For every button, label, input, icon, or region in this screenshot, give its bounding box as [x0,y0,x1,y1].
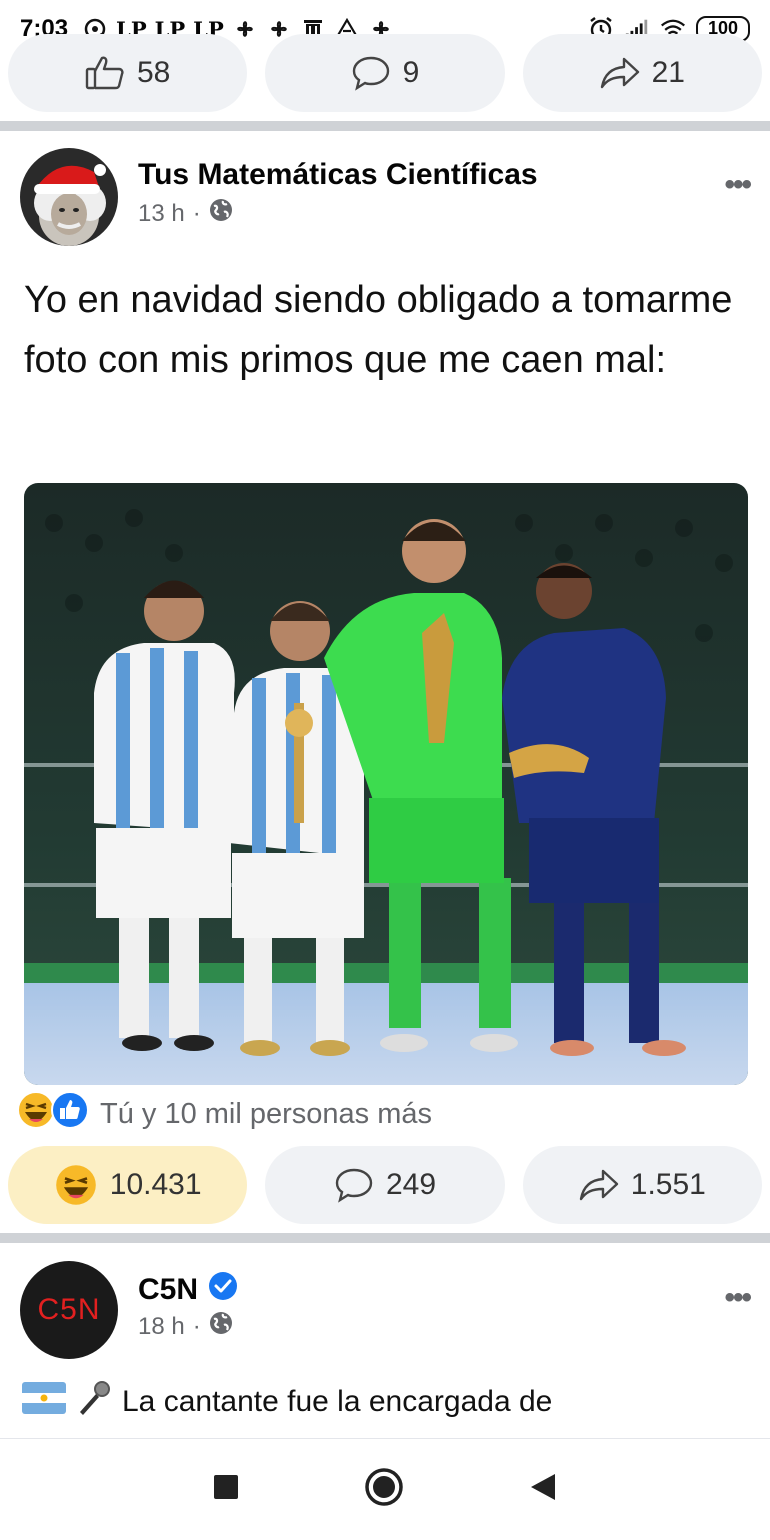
share-count: 21 [651,56,685,89]
prev-post-actions: 58 9 21 [8,34,762,112]
avatar-logo-text: C5N [37,1293,101,1326]
post-time[interactable]: 13 h [138,200,185,228]
argentina-flag-icon [22,1382,66,1422]
share-button[interactable]: 1.551 [522,1146,762,1224]
post-actions: 10.431 249 1.551 [8,1146,762,1224]
post-meta: 18 h · [138,1311,233,1342]
back-button[interactable] [529,1472,557,1507]
thumbs-up-icon [85,55,125,91]
share-icon [579,1168,619,1202]
comment-button[interactable]: 9 [265,34,505,112]
avatar[interactable] [20,148,118,246]
post-text: Yo en navidad siendo obligado a tomarme … [24,279,733,381]
like-button[interactable]: 58 [8,34,248,112]
globe-icon [209,198,233,229]
comment-button[interactable]: 249 [265,1146,505,1224]
author-name-text: Tus Matemáticas Científicas [138,158,538,191]
home-button[interactable] [364,1467,404,1512]
meta-separator: · [192,199,201,227]
post-text-line: La cantante fue la encargada de [122,1385,553,1418]
reaction-count: 10.431 [109,1168,202,1201]
comment-icon [351,55,391,91]
more-options-button[interactable]: ••• [724,1281,751,1315]
share-count: 1.551 [630,1168,706,1201]
avatar[interactable]: C5N [20,1261,118,1359]
reaction-icons [16,1090,90,1138]
reaction-button[interactable]: 10.431 [8,1146,248,1224]
reaction-summary[interactable]: Tú y 10 mil personas más [16,1091,433,1134]
like-reaction-icon [50,1090,90,1138]
comment-count: 9 [402,56,420,89]
post-header: Tus Matemáticas Científicas 13 h · ••• [20,148,760,248]
post-photo[interactable] [24,483,748,1085]
recents-button[interactable] [213,1474,239,1505]
comment-icon [334,1167,374,1203]
share-icon [600,56,640,90]
author-name-text: C5N [138,1273,199,1306]
post-meta: 13 h · [138,198,233,229]
post-divider [0,1233,770,1243]
author-name[interactable]: C5N [138,1271,238,1309]
post-header: C5N C5N 18 h · ••• [20,1261,760,1361]
share-button[interactable]: 21 [522,34,762,112]
comment-count: 249 [385,1168,437,1201]
like-count: 58 [136,56,171,89]
post-divider [0,121,770,131]
meta-separator: · [192,1312,201,1340]
reaction-summary-text: Tú y 10 mil personas más [100,1097,433,1130]
haha-icon [54,1163,98,1207]
author-name[interactable]: Tus Matemáticas Científicas [138,158,538,192]
system-navigation-bar [0,1438,770,1540]
post-time[interactable]: 18 h [138,1313,185,1341]
post-text: La cantante fue la encargada de [22,1378,552,1426]
microphone-icon [74,1378,114,1426]
verified-badge-icon [208,1271,238,1309]
more-options-button[interactable]: ••• [724,168,751,202]
globe-icon [209,1311,233,1342]
